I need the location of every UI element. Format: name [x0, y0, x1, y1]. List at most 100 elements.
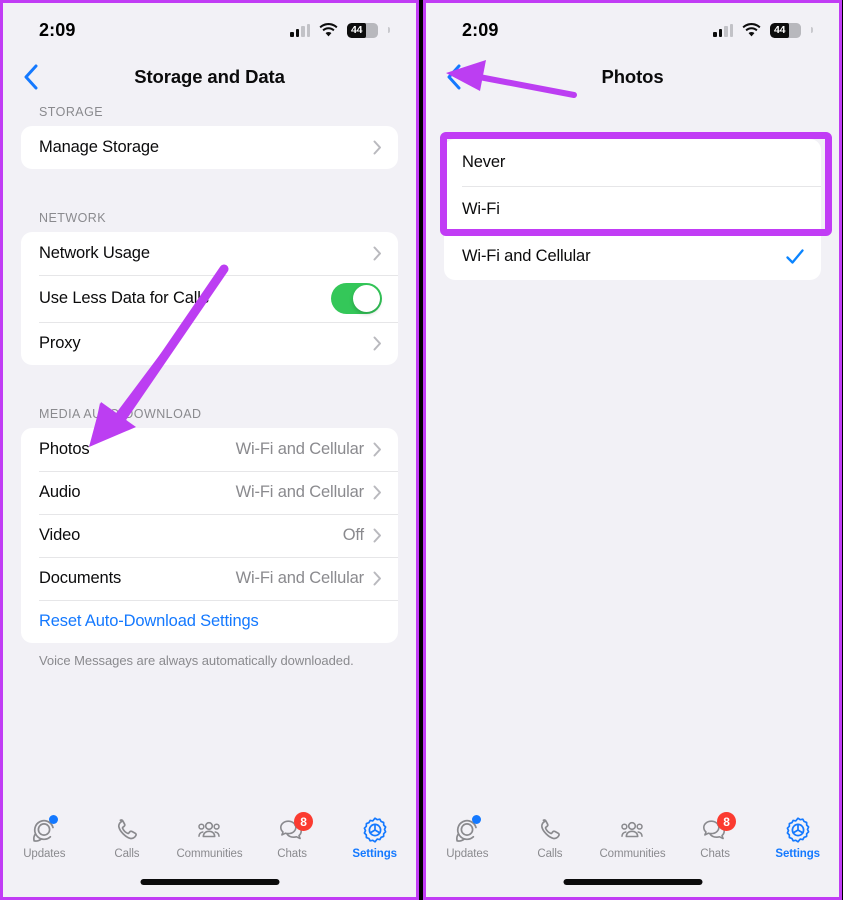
status-icons: 44: [290, 22, 390, 38]
navigation-bar: Storage and Data: [3, 49, 416, 105]
network-card: Network Usage Use Less Data for Calls Pr…: [21, 232, 398, 365]
settings-gear-icon: [360, 815, 390, 845]
row-reset-auto-download-settings[interactable]: Reset Auto-Download Settings: [21, 600, 398, 643]
chats-icon: 8: [277, 812, 314, 845]
cellular-signal-icon: [290, 23, 310, 37]
row-label: Documents: [39, 569, 122, 587]
chevron-right-icon: [373, 140, 382, 155]
left-phone-panel: 2:09 44 Storage and Data STORAGE Manage …: [0, 0, 419, 900]
communities-icon: [617, 815, 647, 845]
section-header-network: NETWORK: [39, 211, 107, 225]
row-photos[interactable]: Photos Wi-Fi and Cellular: [21, 428, 398, 471]
right-screen: 2:09 44 Photos Never Wi-Fi Wi-Fi and Cel…: [426, 3, 839, 897]
settings-list: STORAGE Manage Storage NETWORK Network U…: [3, 105, 416, 805]
option-wifi[interactable]: Wi-Fi: [444, 186, 821, 233]
row-value: Off: [342, 526, 364, 544]
chevron-left-icon: [447, 64, 460, 90]
row-video[interactable]: Video Off: [21, 514, 398, 557]
row-proxy[interactable]: Proxy: [21, 322, 398, 365]
tab-settings[interactable]: Settings: [756, 815, 839, 860]
tab-label: Settings: [352, 848, 397, 860]
row-manage-storage[interactable]: Manage Storage: [21, 126, 398, 169]
row-label: Manage Storage: [39, 138, 159, 156]
section-header-media-auto-download: MEDIA AUTO-DOWNLOAD: [39, 407, 202, 421]
updates-icon: [29, 815, 59, 845]
section-header-storage: STORAGE: [39, 105, 104, 119]
row-value: Wi-Fi and Cellular: [235, 569, 365, 587]
media-auto-download-card: Photos Wi-Fi and Cellular Audio Wi-Fi an…: [21, 428, 398, 643]
row-value: Wi-Fi and Cellular: [235, 440, 365, 458]
tab-calls[interactable]: Calls: [86, 815, 169, 860]
option-wifi-and-cellular[interactable]: Wi-Fi and Cellular: [444, 233, 821, 280]
page-title: Photos: [601, 66, 664, 87]
media-footnote: Voice Messages are always automatically …: [39, 653, 354, 668]
use-less-data-toggle[interactable]: [331, 283, 382, 314]
calls-icon: [112, 815, 142, 845]
tab-label: Communities: [599, 848, 666, 860]
home-indicator: [563, 879, 702, 885]
chevron-right-icon: [373, 571, 382, 586]
battery-tip: [811, 27, 813, 33]
tab-communities[interactable]: Communities: [168, 815, 251, 860]
settings-gear-icon: [783, 815, 813, 845]
battery-tip: [388, 27, 390, 33]
row-use-less-data-for-calls[interactable]: Use Less Data for Calls: [21, 275, 398, 322]
chevron-right-icon: [373, 528, 382, 543]
home-indicator: [140, 879, 279, 885]
tab-updates[interactable]: Updates: [426, 815, 509, 860]
option-label: Never: [462, 153, 506, 171]
row-label: Use Less Data for Calls: [39, 289, 209, 307]
storage-card: Manage Storage: [21, 126, 398, 169]
row-label: Proxy: [39, 334, 81, 352]
row-documents[interactable]: Documents Wi-Fi and Cellular: [21, 557, 398, 600]
tab-label: Calls: [537, 848, 563, 860]
left-screen: 2:09 44 Storage and Data STORAGE Manage …: [3, 3, 416, 897]
chats-unread-badge: 8: [717, 812, 737, 831]
tab-label: Settings: [775, 848, 820, 860]
option-label: Wi-Fi: [462, 200, 500, 218]
chevron-right-icon: [373, 336, 382, 351]
tab-settings[interactable]: Settings: [333, 815, 416, 860]
tab-label: Updates: [23, 848, 66, 860]
status-bar: 2:09 44: [426, 3, 839, 49]
tab-label: Communities: [176, 848, 243, 860]
tab-label: Chats: [700, 848, 730, 860]
page-title: Storage and Data: [134, 66, 285, 87]
option-never[interactable]: Never: [444, 139, 821, 186]
tab-chats[interactable]: 8 Chats: [251, 812, 334, 860]
status-bar: 2:09 44: [3, 3, 416, 49]
tab-chats[interactable]: 8 Chats: [674, 812, 757, 860]
row-label: Photos: [39, 440, 90, 458]
battery-icon: 44: [347, 22, 378, 38]
row-label: Network Usage: [39, 244, 150, 262]
battery-icon: 44: [770, 22, 801, 38]
tab-label: Updates: [446, 848, 489, 860]
chevron-left-icon: [24, 64, 37, 90]
right-phone-panel: 2:09 44 Photos Never Wi-Fi Wi-Fi and Cel…: [423, 0, 842, 900]
updates-icon: [452, 815, 482, 845]
tab-communities[interactable]: Communities: [591, 815, 674, 860]
chevron-right-icon: [373, 442, 382, 457]
back-button[interactable]: [436, 60, 470, 94]
options-card: Never Wi-Fi Wi-Fi and Cellular: [444, 139, 821, 280]
row-label: Reset Auto-Download Settings: [39, 612, 259, 630]
battery-level: 44: [351, 23, 363, 36]
navigation-bar: Photos: [426, 49, 839, 105]
tab-label: Calls: [114, 848, 140, 860]
chats-icon: 8: [700, 812, 737, 845]
tab-label: Chats: [277, 848, 307, 860]
photos-options-list: Never Wi-Fi Wi-Fi and Cellular: [426, 105, 839, 805]
back-button[interactable]: [13, 60, 47, 94]
battery-level: 44: [774, 23, 786, 36]
row-network-usage[interactable]: Network Usage: [21, 232, 398, 275]
row-audio[interactable]: Audio Wi-Fi and Cellular: [21, 471, 398, 514]
status-icons: 44: [713, 22, 813, 38]
row-label: Audio: [39, 483, 81, 501]
wifi-icon: [742, 23, 761, 37]
tab-updates[interactable]: Updates: [3, 815, 86, 860]
row-label: Video: [39, 526, 81, 544]
wifi-icon: [319, 23, 338, 37]
tab-calls[interactable]: Calls: [509, 815, 592, 860]
chats-unread-badge: 8: [294, 812, 314, 831]
row-value: Wi-Fi and Cellular: [235, 483, 365, 501]
